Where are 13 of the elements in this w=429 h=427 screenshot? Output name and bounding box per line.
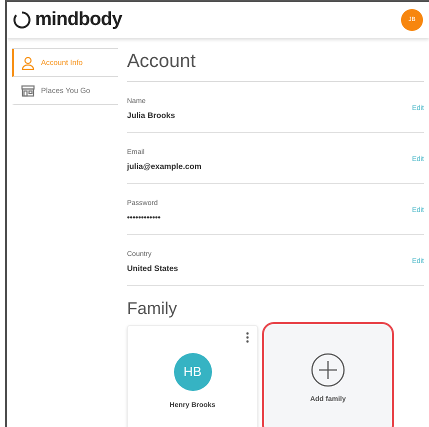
field-value: julia@example.com (127, 161, 202, 174)
field-value: •••••••••••• (127, 212, 161, 224)
field-value: United States (127, 263, 178, 276)
logo-text: mindbody (35, 8, 122, 32)
more-icon[interactable] (246, 332, 249, 343)
person-icon (21, 56, 35, 70)
family-heading: Family (127, 298, 178, 320)
store-icon (21, 84, 35, 96)
field-value: Julia Brooks (127, 110, 176, 122)
logo-icon (13, 11, 31, 29)
account-heading: Account (127, 48, 424, 82)
initials-avatar: HB (174, 352, 212, 391)
plus-icon (311, 353, 345, 388)
